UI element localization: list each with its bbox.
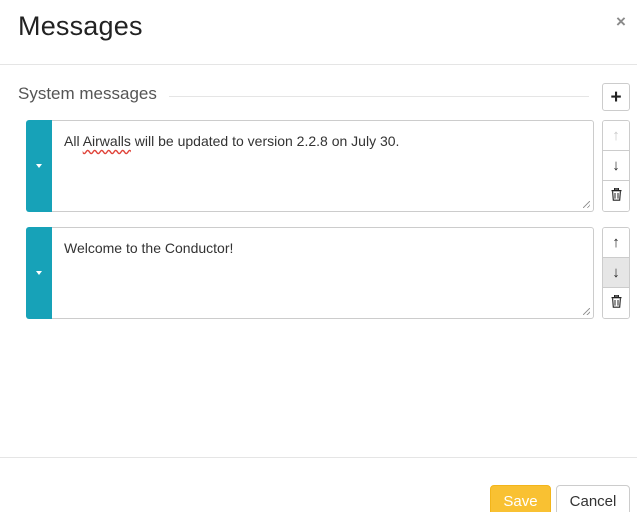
move-down-button[interactable]: ↓ (603, 151, 629, 181)
caret-down-icon (36, 271, 42, 275)
close-icon[interactable]: × (611, 12, 631, 32)
move-up-button[interactable]: ↑ (603, 121, 629, 151)
message-textarea[interactable]: All Airwalls will be updated to version … (52, 120, 594, 212)
modal-title: Messages (18, 11, 143, 41)
resize-handle-icon[interactable] (583, 308, 590, 315)
delete-message-button[interactable] (603, 181, 629, 211)
delete-message-button[interactable] (603, 288, 629, 318)
message-controls: ↑ ↓ (602, 227, 630, 319)
message-text-part: will be updated to version 2.2.8 on July… (130, 133, 400, 149)
message-textarea[interactable]: Welcome to the Conductor! (52, 227, 594, 319)
message-text-part: All (64, 133, 83, 149)
message-expand-toggle[interactable] (26, 120, 52, 212)
add-message-button[interactable]: + (602, 83, 630, 111)
move-down-button[interactable]: ↓ (603, 258, 629, 288)
trash-icon (611, 188, 621, 201)
section-title: System messages (18, 83, 169, 105)
messages-modal: Messages × System messages + All Airwall… (0, 0, 637, 512)
message-text: Welcome to the Conductor! (64, 240, 234, 256)
resize-handle-icon[interactable] (583, 201, 590, 208)
cancel-button[interactable]: Cancel (556, 485, 630, 512)
message-row: Welcome to the Conductor! (26, 227, 594, 319)
save-button[interactable]: Save (490, 485, 551, 512)
section-header: System messages (18, 83, 589, 105)
modal-footer: Save Cancel (0, 457, 637, 512)
message-expand-toggle[interactable] (26, 227, 52, 319)
message-row: All Airwalls will be updated to version … (26, 120, 594, 212)
caret-down-icon (36, 164, 42, 168)
trash-icon (611, 295, 621, 308)
spellcheck-flagged-word: Airwalls (82, 133, 131, 149)
move-up-button[interactable]: ↑ (603, 228, 629, 258)
message-controls: ↑ ↓ (602, 120, 630, 212)
modal-header: Messages × (0, 0, 637, 65)
